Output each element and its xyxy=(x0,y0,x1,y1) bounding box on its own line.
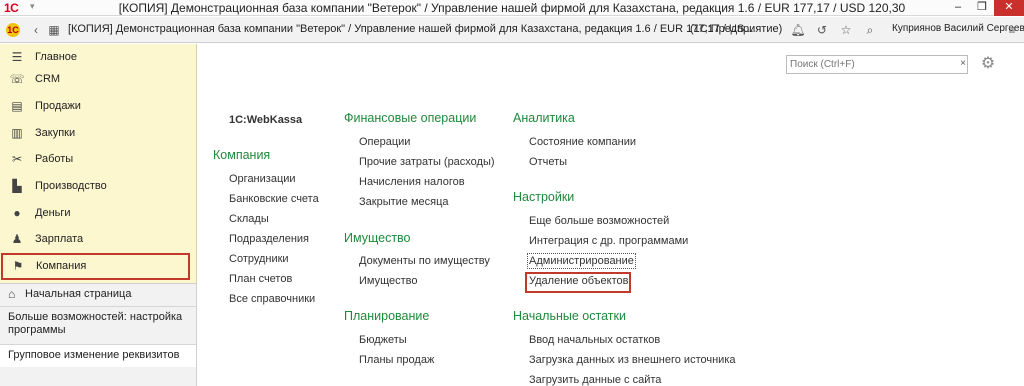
link-delete-objects[interactable]: Удаление объектов xyxy=(529,275,628,287)
link-other-expenses[interactable]: Прочие затраты (расходы) xyxy=(359,156,495,168)
link-property[interactable]: Имущество xyxy=(359,275,418,287)
link-all-catalogs[interactable]: Все справочники xyxy=(229,293,315,305)
link-opening-balances-entry[interactable]: Ввод начальных остатков xyxy=(529,334,660,346)
link-company-status[interactable]: Состояние компании xyxy=(529,136,636,148)
sidebar-item-label: Производство xyxy=(35,180,107,192)
link-more-features[interactable]: Еще больше возможностей xyxy=(529,215,669,227)
link-integration[interactable]: Интеграция с др. программами xyxy=(529,235,688,247)
open-windows-panel: ⌂ Начальная страница Больше возможностей… xyxy=(0,283,197,386)
tools-icon: ✂ xyxy=(11,152,23,166)
open-window-item[interactable]: Больше возможностей: настройка программы xyxy=(0,306,196,341)
section-title-planning: Планирование xyxy=(344,309,430,323)
home-page-label: Начальная страница xyxy=(25,288,132,300)
star-icon[interactable]: ☆ xyxy=(838,22,854,38)
factory-icon: ▙ xyxy=(12,179,22,193)
sidebar-item-money[interactable]: ● Деньги xyxy=(0,200,196,227)
link-property-documents[interactable]: Документы по имуществу xyxy=(359,255,490,267)
link-sales-plans[interactable]: Планы продаж xyxy=(359,354,434,366)
app-title-bar: 1C ‹ ▦ [КОПИЯ] Демонстрационная база ком… xyxy=(0,17,1024,43)
sidebar-item-crm[interactable]: ☏ CRM xyxy=(0,66,196,93)
sidebar-item-label: Закупки xyxy=(35,127,76,139)
section-title-analytics: Аналитика xyxy=(513,111,575,125)
link-site-import[interactable]: Загрузить данные с сайта xyxy=(529,374,661,386)
app-menu-icon[interactable]: 1C xyxy=(6,23,20,37)
section-title-settings: Настройки xyxy=(513,190,575,204)
crm-icon: ☏ xyxy=(9,72,25,86)
money-icon: ● xyxy=(13,206,21,220)
link-warehouses[interactable]: Склады xyxy=(229,213,269,225)
link-tax-accruals[interactable]: Начисления налогов xyxy=(359,176,465,188)
sidebar-item-label: Зарплата xyxy=(35,233,84,245)
sidebar-item-label: CRM xyxy=(35,73,61,85)
person-icon: ♟ xyxy=(11,232,23,246)
section-title-financial-operations: Финансовые операции xyxy=(344,111,477,125)
restore-button[interactable]: ❐ xyxy=(970,0,994,16)
back-arrow-icon[interactable]: ‹ xyxy=(28,22,44,38)
sidebar-item-label: Продажи xyxy=(35,100,81,112)
menu-icon[interactable]: ≡ xyxy=(1004,22,1020,38)
search-icon[interactable]: ⌕ xyxy=(862,22,878,38)
sidebar-item-production[interactable]: ▙ Производство xyxy=(0,173,196,200)
link-operations[interactable]: Операции xyxy=(359,136,410,148)
search-input[interactable] xyxy=(787,56,947,73)
bell-icon[interactable]: 🔔︎ xyxy=(790,22,806,38)
app-mode-label: (1С:Предприятие) xyxy=(690,23,783,35)
link-chart-of-accounts[interactable]: План счетов xyxy=(229,273,292,285)
home-icon: ⌂ xyxy=(8,287,16,301)
link-organizations[interactable]: Организации xyxy=(229,173,296,185)
sidebar-item-label: Главное xyxy=(35,51,78,63)
purchase-icon: ▥ xyxy=(11,126,23,140)
os-title-bar: 1С ▾ [КОПИЯ] Демонстрационная база компа… xyxy=(0,0,1024,16)
clear-search-icon[interactable]: × xyxy=(956,55,970,74)
link-employees[interactable]: Сотрудники xyxy=(229,253,289,265)
sidebar-item-label: Компания xyxy=(36,260,87,272)
app-title-text: [КОПИЯ] Демонстрационная база компании "… xyxy=(68,23,754,35)
sidebar-item-works[interactable]: ✂ Работы xyxy=(0,146,196,173)
close-button[interactable]: ✕ xyxy=(994,0,1024,16)
sidebar-item-salary[interactable]: ♟ Зарплата xyxy=(0,226,196,253)
link-budgets[interactable]: Бюджеты xyxy=(359,334,407,346)
minimize-button[interactable]: – xyxy=(946,0,970,16)
link-reports[interactable]: Отчеты xyxy=(529,156,567,168)
link-administration[interactable]: Администрирование xyxy=(527,253,636,269)
sidebar-item-purchases[interactable]: ▥ Закупки xyxy=(0,120,196,147)
search-field[interactable] xyxy=(786,55,968,74)
cart-icon: ▤ xyxy=(11,99,23,113)
section-title-company: Компания xyxy=(213,148,271,162)
sidebar-item-label: Деньги xyxy=(35,207,71,219)
section-title-property: Имущество xyxy=(344,231,411,245)
open-window-item[interactable]: Групповое изменение реквизитов xyxy=(0,344,196,367)
window-title: [КОПИЯ] Демонстрационная база компании "… xyxy=(118,1,906,15)
link-month-close[interactable]: Закрытие месяца xyxy=(359,196,449,208)
sidebar-item-label: Работы xyxy=(35,153,74,165)
menu-lines-icon: ☰ xyxy=(11,50,23,64)
window-controls: – ❐ ✕ xyxy=(946,0,1024,16)
home-grid-icon[interactable]: ▦ xyxy=(46,22,62,38)
link-bank-accounts[interactable]: Банковские счета xyxy=(229,193,319,205)
webkassa-link[interactable]: 1С:WebKassa xyxy=(229,114,302,126)
settings-gear-icon[interactable]: ⚙ xyxy=(977,54,999,74)
link-departments[interactable]: Подразделения xyxy=(229,233,309,245)
section-title-opening-balances: Начальные остатки xyxy=(513,309,626,323)
home-page-link[interactable]: ⌂ Начальная страница xyxy=(0,284,196,306)
link-external-import[interactable]: Загрузка данных из внешнего источника xyxy=(529,354,736,366)
sidebar: ☰ Главное ☏ CRM ▤ Продажи ▥ Закупки ✂ Ра… xyxy=(0,44,197,386)
sidebar-item-sales[interactable]: ▤ Продажи xyxy=(0,93,196,120)
main-content: × ⚙ 1С:WebKassa Компания Организации Бан… xyxy=(198,44,1024,386)
history-icon[interactable]: ↺ xyxy=(814,22,830,38)
flag-icon: ⚑ xyxy=(12,259,24,273)
sidebar-item-company[interactable]: ⚑ Компания xyxy=(1,253,190,280)
